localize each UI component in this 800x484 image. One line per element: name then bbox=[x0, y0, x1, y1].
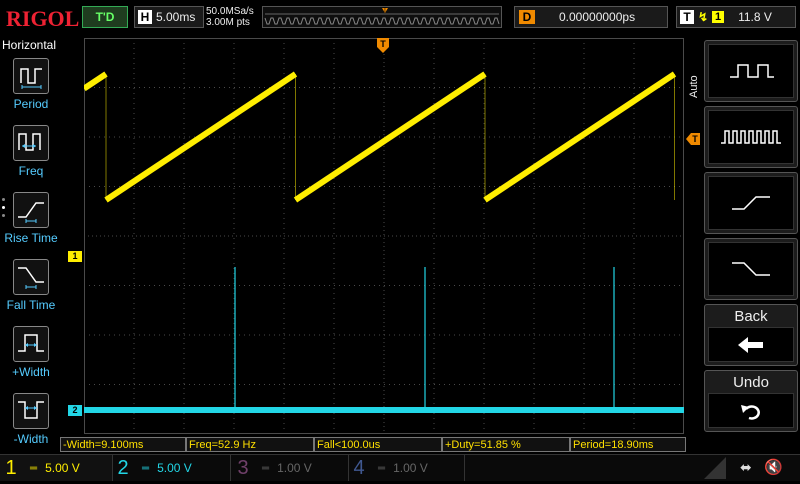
measure-fall-time-button[interactable]: Fall Time bbox=[2, 259, 60, 312]
rigol-logo: RIGOL bbox=[6, 6, 80, 31]
channel-2-scale: 5.00 V bbox=[157, 461, 192, 475]
back-arrow-icon bbox=[738, 336, 763, 353]
memory-depth: 3.00M pts bbox=[206, 17, 250, 28]
horizontal-measure-menu: Horizontal Period Freq Rise Time Fall Ti… bbox=[0, 36, 62, 456]
dc-coupling-icon: ═ bbox=[262, 462, 270, 474]
top-status-bar: RIGOL T'D H 5.00ms 50.0MSa/s 3.00M pts T… bbox=[0, 0, 800, 36]
trigger-level: 11.8 V bbox=[738, 10, 772, 24]
undo-icon bbox=[741, 404, 760, 420]
svg-text:T: T bbox=[380, 39, 386, 49]
delay-value: 0.00000000ps bbox=[559, 10, 636, 24]
pulse-train-button[interactable] bbox=[704, 106, 798, 168]
falling-edge-icon bbox=[732, 262, 770, 276]
trigger-position-marker[interactable]: T bbox=[377, 38, 389, 54]
menu-title: Horizontal bbox=[2, 38, 57, 52]
wide-pulse-icon bbox=[730, 64, 774, 78]
positive-width-label: +Width bbox=[12, 365, 50, 379]
measure-period-button[interactable]: Period bbox=[2, 58, 60, 111]
channel-1-status[interactable]: 1 ═ 5.00 V bbox=[0, 455, 113, 481]
run-status-badge[interactable]: T'D bbox=[82, 6, 128, 28]
waveform-overview: T bbox=[264, 8, 500, 25]
measurement-fall-time[interactable]: Fall<100.0us bbox=[314, 437, 442, 452]
measure-freq-button[interactable]: Freq bbox=[2, 125, 60, 178]
negative-width-icon bbox=[13, 393, 49, 429]
graticule-grid bbox=[84, 38, 684, 434]
rise-time-icon bbox=[13, 192, 49, 228]
measurement-bar: -Width=9.100ms Freq=52.9 Hz Fall<100.0us… bbox=[60, 437, 686, 453]
trigger-readout[interactable]: T ↯ 1 11.8 V bbox=[676, 6, 796, 28]
waveform-graticule bbox=[82, 38, 684, 434]
channel-status-bar: 1 ═ 5.00 V 2 ═ 5.00 V 3 ═ 1.00 V 4 ═ 1.0… bbox=[0, 454, 800, 481]
timebase-readout[interactable]: H 5.00ms bbox=[134, 6, 204, 28]
ch1-ramp bbox=[82, 71, 108, 92]
back-label: Back bbox=[734, 308, 768, 325]
rising-edge-button[interactable] bbox=[704, 172, 798, 234]
ch2-offset-marker[interactable]: 2 bbox=[68, 405, 82, 416]
period-label: Period bbox=[13, 97, 49, 111]
pulse-wide-button[interactable] bbox=[704, 40, 798, 102]
auto-tab-label: Auto bbox=[688, 75, 700, 98]
measure-positive-width-button[interactable]: +Width bbox=[2, 326, 60, 379]
channel-1-number: 1 bbox=[5, 456, 17, 479]
measurement-positive-duty[interactable]: +Duty=51.85 % bbox=[442, 437, 570, 452]
measure-rise-time-button[interactable]: Rise Time bbox=[2, 192, 60, 245]
rising-edge-icon bbox=[732, 196, 770, 210]
delay-readout[interactable]: D 0.00000000ps bbox=[514, 6, 668, 28]
menu-toggle-icon[interactable] bbox=[704, 457, 726, 479]
falling-edge-button[interactable] bbox=[704, 238, 798, 300]
measurement-period[interactable]: Period=18.90ms bbox=[570, 437, 686, 452]
menu-page-indicator bbox=[2, 198, 6, 217]
channel-2-number: 2 bbox=[117, 456, 129, 479]
channel-3-status[interactable]: 3 ═ 1.00 V bbox=[232, 455, 349, 481]
fall-time-label: Fall Time bbox=[6, 298, 56, 312]
positive-width-icon bbox=[13, 326, 49, 362]
channel-1-scale: 5.00 V bbox=[45, 461, 80, 475]
waveform-display[interactable] bbox=[82, 38, 684, 434]
acquisition-info: 50.0MSa/s 3.00M pts bbox=[206, 6, 254, 28]
memory-position-strip[interactable]: T bbox=[262, 6, 502, 28]
undo-label: Undo bbox=[733, 374, 769, 391]
measurement-negative-width[interactable]: -Width=9.100ms bbox=[60, 437, 186, 452]
measure-negative-width-button[interactable]: -Width bbox=[2, 393, 60, 446]
ch1-ramp bbox=[483, 71, 677, 203]
dc-coupling-icon: ═ bbox=[142, 462, 150, 474]
dc-coupling-icon: ═ bbox=[378, 462, 386, 474]
horizontal-key: H bbox=[138, 10, 152, 24]
frequency-icon bbox=[13, 125, 49, 161]
sample-rate: 50.0MSa/s bbox=[206, 6, 254, 17]
channel-4-number: 4 bbox=[353, 456, 365, 479]
trigger-key: T bbox=[680, 10, 694, 24]
timebase-value: 5.00ms bbox=[156, 10, 196, 24]
channel-4-status[interactable]: 4 ═ 1.00 V bbox=[348, 455, 465, 481]
right-softkey-menu: Auto Back Undo bbox=[686, 36, 800, 456]
channel-3-scale: 1.00 V bbox=[277, 461, 312, 475]
channel-3-number: 3 bbox=[237, 456, 249, 479]
rising-edge-trigger-icon: ↯ bbox=[698, 10, 709, 24]
negative-width-label: -Width bbox=[13, 432, 49, 446]
sound-muted-icon[interactable]: 🔇 bbox=[764, 458, 783, 476]
ch1-offset-marker[interactable]: 1 bbox=[68, 251, 82, 262]
channel-4-scale: 1.00 V bbox=[393, 461, 428, 475]
ch1-ramp bbox=[293, 71, 487, 203]
back-button[interactable]: Back bbox=[704, 304, 798, 366]
trigger-source: 1 bbox=[712, 11, 725, 23]
measurement-frequency[interactable]: Freq=52.9 Hz bbox=[186, 437, 314, 452]
fall-time-icon bbox=[13, 259, 49, 295]
auto-tab[interactable]: Auto bbox=[686, 42, 702, 102]
svg-text:T: T bbox=[383, 8, 387, 14]
usb-icon: ⬌ bbox=[740, 459, 752, 475]
rise-time-label: Rise Time bbox=[4, 231, 58, 245]
freq-label: Freq bbox=[18, 164, 44, 178]
dc-coupling-icon: ═ bbox=[30, 462, 38, 474]
period-icon bbox=[13, 58, 49, 94]
channel-2-status[interactable]: 2 ═ 5.00 V bbox=[112, 455, 231, 481]
pulse-train-icon bbox=[721, 130, 781, 144]
undo-button[interactable]: Undo bbox=[704, 370, 798, 432]
delay-key: D bbox=[519, 10, 535, 24]
